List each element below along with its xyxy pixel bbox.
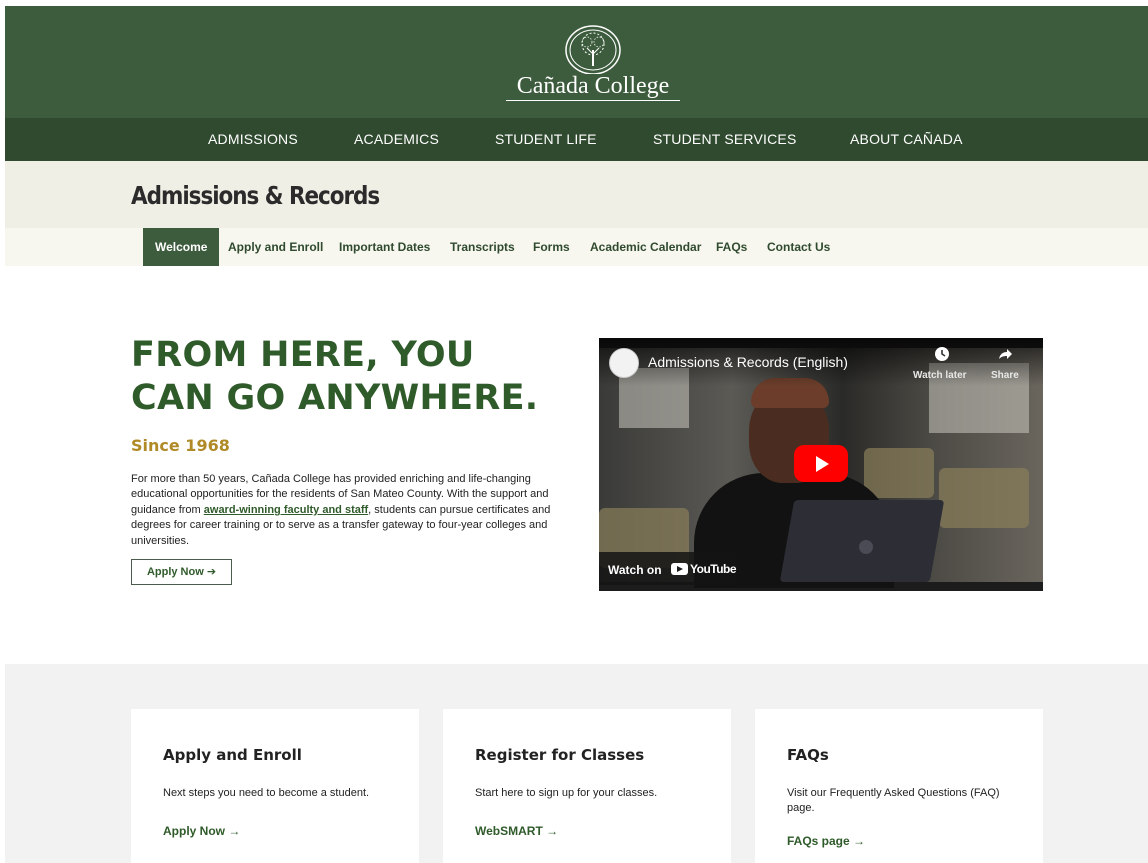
tab-faqs[interactable]: FAQs (716, 228, 747, 266)
card-apply-now-link[interactable]: Apply Now → (163, 824, 240, 838)
youtube-logo-icon (671, 563, 688, 575)
card-title: Apply and Enroll (163, 746, 302, 764)
nav-admissions[interactable]: ADMISSIONS (208, 131, 298, 147)
logo-underline (506, 100, 680, 101)
card-register-for-classes: Register for Classes Start here to sign … (443, 709, 731, 863)
clock-icon[interactable] (934, 346, 950, 362)
hero-headline-line2: CAN GO ANYWHERE. (131, 378, 539, 418)
share-icon[interactable] (997, 346, 1013, 362)
video-top-bar: Admissions & Records (English) Watch lat… (599, 338, 1043, 386)
card-apply-and-enroll: Apply and Enroll Next steps you need to … (131, 709, 419, 863)
card-websmart-link[interactable]: WebSMART → (475, 824, 558, 838)
tab-welcome[interactable]: Welcome (143, 228, 220, 266)
watch-on-youtube-button[interactable]: Watch on YouTube (599, 552, 737, 585)
hero-description: For more than 50 years, Cañada College h… (131, 472, 573, 549)
sub-nav: Welcome Apply and Enroll Important Dates… (5, 228, 1148, 266)
tab-academic-calendar[interactable]: Academic Calendar (590, 228, 701, 266)
tab-contact-us[interactable]: Contact Us (767, 228, 830, 266)
card-title: Register for Classes (475, 746, 645, 764)
main-nav: ADMISSIONS ACADEMICS STUDENT LIFE STUDEN… (5, 118, 1148, 161)
tree-icon (565, 25, 621, 74)
hero-subtitle: Since 1968 (131, 436, 230, 455)
tab-apply-and-enroll[interactable]: Apply and Enroll (228, 228, 323, 266)
watch-later-label[interactable]: Watch later (913, 370, 967, 381)
hero-headline-line1: FROM HERE, YOU (131, 335, 475, 375)
card-text: Visit our Frequently Asked Questions (FA… (787, 787, 1000, 814)
card-text: Start here to sign up for your classes. (475, 787, 658, 799)
section-title-band: Admissions & Records (5, 161, 1148, 228)
college-logo[interactable]: Cañada College (500, 22, 686, 108)
card-text: Next steps you need to become a student. (163, 787, 370, 799)
tab-transcripts[interactable]: Transcripts (450, 228, 515, 266)
nav-student-life[interactable]: STUDENT LIFE (495, 131, 597, 147)
apply-now-button[interactable]: Apply Now ➔ (131, 559, 232, 585)
share-label[interactable]: Share (991, 370, 1019, 381)
faculty-staff-link[interactable]: award-winning faculty and staff (204, 504, 368, 516)
hero-headline: FROM HERE, YOU CAN GO ANYWHERE. (131, 334, 538, 420)
channel-avatar[interactable] (609, 348, 639, 378)
play-button[interactable] (794, 445, 848, 482)
quick-links-section: Apply and Enroll Next steps you need to … (5, 664, 1148, 863)
logo-text: Cañada College (516, 73, 670, 99)
nav-academics[interactable]: ACADEMICS (354, 131, 439, 147)
page-title: Admissions & Records (131, 181, 380, 210)
youtube-video-embed[interactable]: Admissions & Records (English) Watch lat… (599, 338, 1043, 591)
watch-on-label: Watch on (608, 563, 662, 577)
site-header: Cañada College (5, 6, 1148, 118)
video-title[interactable]: Admissions & Records (English) (648, 354, 848, 370)
card-faqs-page-link[interactable]: FAQs page → (787, 834, 865, 848)
tab-forms[interactable]: Forms (533, 228, 570, 266)
card-faqs: FAQs Visit our Frequently Asked Question… (755, 709, 1043, 863)
card-title: FAQs (787, 746, 829, 764)
nav-student-services[interactable]: STUDENT SERVICES (653, 131, 797, 147)
nav-about-canada[interactable]: ABOUT CAÑADA (850, 131, 963, 147)
tab-important-dates[interactable]: Important Dates (339, 228, 430, 266)
youtube-wordmark: YouTube (690, 562, 737, 576)
